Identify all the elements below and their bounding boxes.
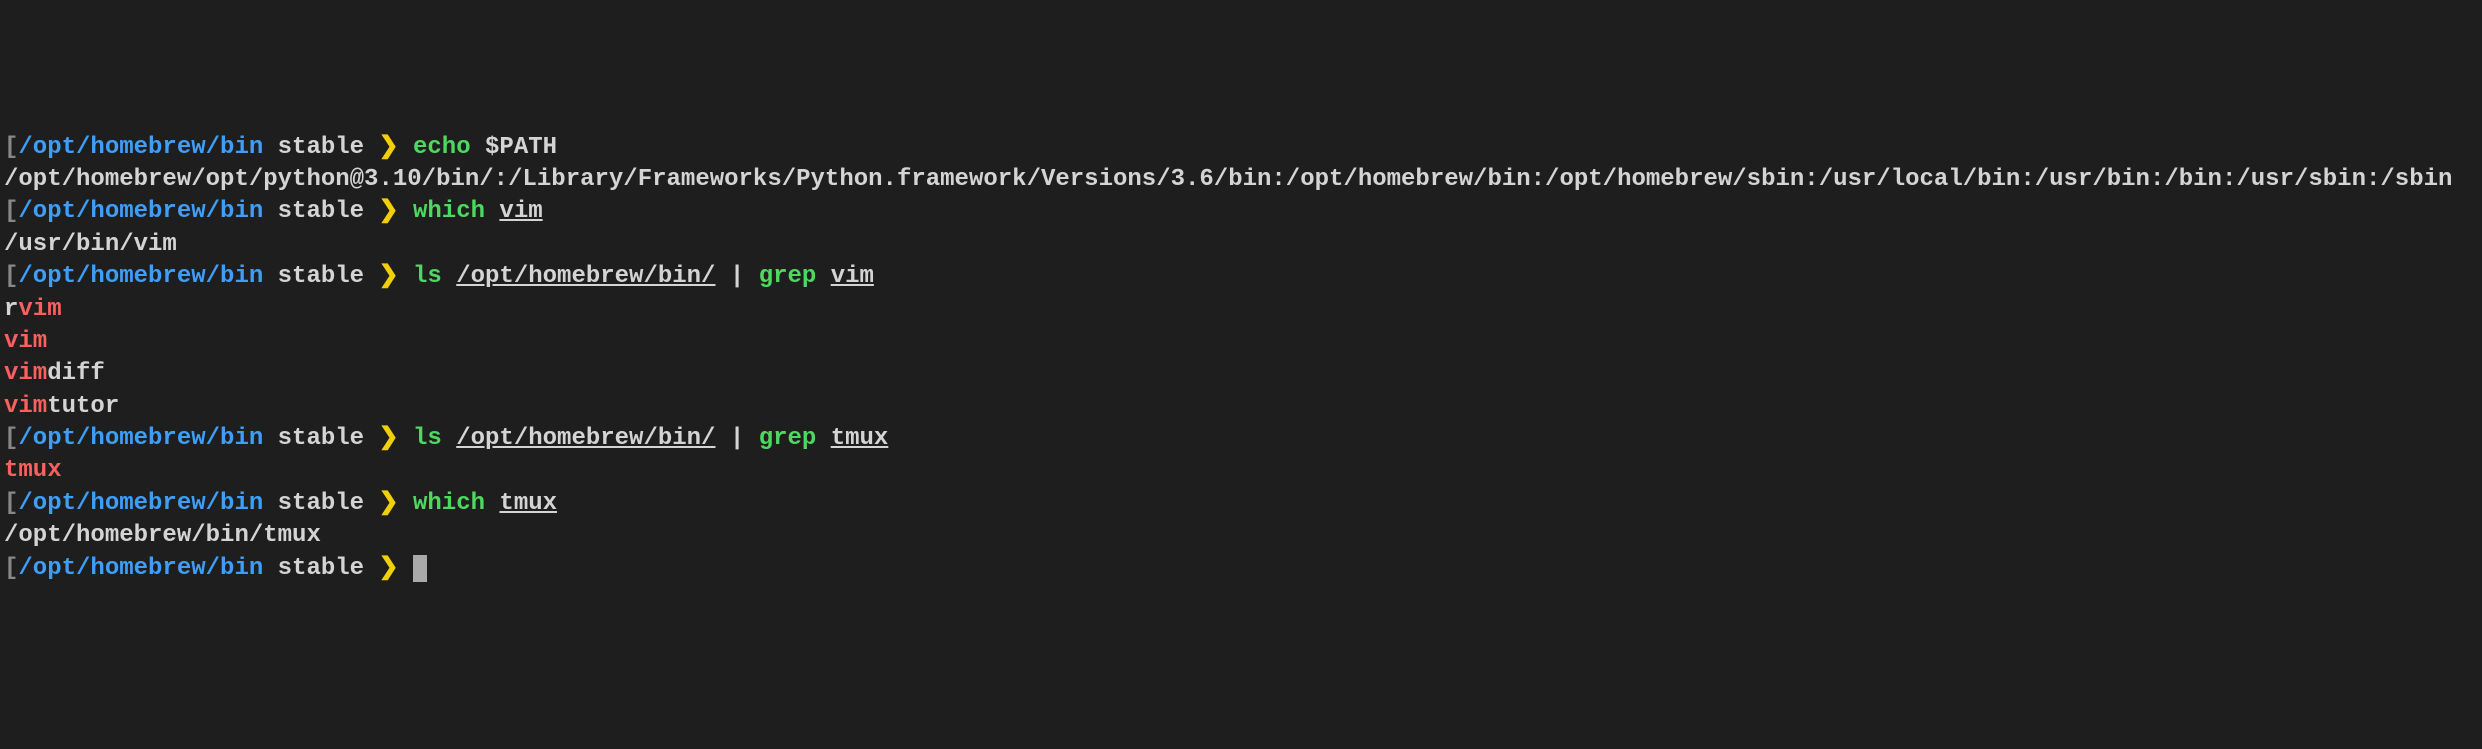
command-arg: /opt/homebrew/bin/ <box>456 425 715 452</box>
prompt-symbol: ❯ <box>378 134 398 161</box>
output-line: /opt/homebrew/bin/tmux <box>4 520 2478 552</box>
command-name: ls <box>413 425 442 452</box>
grep-match: tmux <box>4 457 62 484</box>
prompt-path: /opt/homebrew/bin <box>18 555 263 582</box>
output-line: rvim <box>4 294 2478 326</box>
command-arg <box>442 425 456 452</box>
prompt-symbol: ❯ <box>378 263 398 290</box>
command-arg <box>816 425 830 452</box>
command-arg: /opt/homebrew/bin/ <box>456 263 715 290</box>
output-line: /usr/bin/vim <box>4 229 2478 261</box>
prompt-symbol: ❯ <box>378 425 398 452</box>
prompt-bracket-open: [ <box>4 134 18 161</box>
prompt-symbol: ❯ <box>378 555 398 582</box>
command-line: [/opt/homebrew/bin stable ❯ ls /opt/home… <box>4 423 2478 455</box>
command-line: [/opt/homebrew/bin stable ❯ ls /opt/home… <box>4 261 2478 293</box>
output-text: r <box>4 296 18 323</box>
active-prompt-line[interactable]: [/opt/homebrew/bin stable ❯ <box>4 553 2478 585</box>
command-line: [/opt/homebrew/bin stable ❯ echo $PATH <box>4 132 2478 164</box>
command-line: [/opt/homebrew/bin stable ❯ which tmux <box>4 488 2478 520</box>
command-name: which <box>413 198 485 225</box>
prompt-branch: stable <box>278 490 364 517</box>
command-arg: vim <box>499 198 542 225</box>
grep-match: vim <box>18 296 61 323</box>
command-arg <box>485 490 499 517</box>
terminal-output[interactable]: [/opt/homebrew/bin stable ❯ echo $PATH/o… <box>4 132 2478 585</box>
command-name: which <box>413 490 485 517</box>
command-arg <box>816 263 830 290</box>
pipe-operator: | <box>715 263 758 290</box>
command-name: grep <box>759 425 817 452</box>
prompt-path: /opt/homebrew/bin <box>18 263 263 290</box>
output-line: /opt/homebrew/opt/python@3.10/bin/:/Libr… <box>4 164 2478 196</box>
output-line: tmux <box>4 455 2478 487</box>
prompt-bracket-open: [ <box>4 490 18 517</box>
output-text: diff <box>47 360 105 387</box>
command-arg <box>485 198 499 225</box>
cursor <box>413 555 427 581</box>
prompt-bracket-open: [ <box>4 425 18 452</box>
command-name: ls <box>413 263 442 290</box>
prompt-path: /opt/homebrew/bin <box>18 198 263 225</box>
grep-match: vim <box>4 328 47 355</box>
prompt-bracket-open: [ <box>4 555 18 582</box>
output-text: tutor <box>47 393 119 420</box>
prompt-path: /opt/homebrew/bin <box>18 134 263 161</box>
output-line: vimtutor <box>4 391 2478 423</box>
command-arg <box>442 263 456 290</box>
prompt-branch: stable <box>278 134 364 161</box>
command-arg: tmux <box>499 490 557 517</box>
command-arg: $PATH <box>471 134 557 161</box>
output-line: vim <box>4 326 2478 358</box>
prompt-symbol: ❯ <box>378 490 398 517</box>
prompt-branch: stable <box>278 198 364 225</box>
prompt-bracket-open: [ <box>4 263 18 290</box>
output-line: vimdiff <box>4 358 2478 390</box>
prompt-path: /opt/homebrew/bin <box>18 490 263 517</box>
command-arg: vim <box>831 263 874 290</box>
grep-match: vim <box>4 393 47 420</box>
prompt-branch: stable <box>278 555 364 582</box>
pipe-operator: | <box>715 425 758 452</box>
command-arg: tmux <box>831 425 889 452</box>
prompt-branch: stable <box>278 263 364 290</box>
prompt-bracket-open: [ <box>4 198 18 225</box>
grep-match: vim <box>4 360 47 387</box>
prompt-path: /opt/homebrew/bin <box>18 425 263 452</box>
prompt-symbol: ❯ <box>378 198 398 225</box>
command-name: grep <box>759 263 817 290</box>
command-line: [/opt/homebrew/bin stable ❯ which vim <box>4 196 2478 228</box>
prompt-branch: stable <box>278 425 364 452</box>
command-name: echo <box>413 134 471 161</box>
